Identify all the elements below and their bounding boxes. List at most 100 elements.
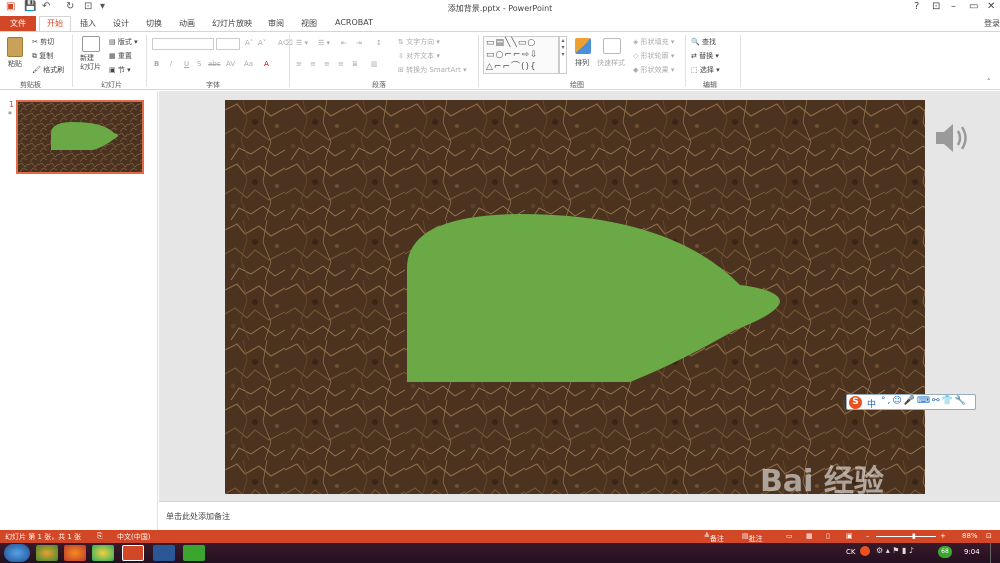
shape-effects-button[interactable]: ◆ 形状效果 ▾: [633, 65, 674, 75]
maximize-button[interactable]: ▭: [969, 1, 978, 12]
ribbon-display-options-icon[interactable]: ⊡: [932, 1, 940, 12]
justify-icon[interactable]: ≡: [338, 60, 344, 68]
normal-view-icon[interactable]: ▭: [786, 532, 793, 540]
tab-file[interactable]: 文件: [0, 16, 36, 31]
character-spacing-button[interactable]: AV: [226, 60, 235, 68]
ime-mode-label[interactable]: 中: [867, 397, 876, 410]
paste-button[interactable]: 粘贴: [8, 59, 22, 69]
sogou-tray-icon[interactable]: [860, 546, 870, 556]
wechat-taskbar-icon[interactable]: [183, 545, 205, 561]
align-left-icon[interactable]: ≡: [296, 60, 302, 68]
replace-button[interactable]: ⇄ 替换 ▾: [691, 51, 719, 61]
reading-view-icon[interactable]: ▯: [826, 532, 830, 540]
tab-view[interactable]: 视图: [301, 18, 317, 29]
tab-animations[interactable]: 动画: [179, 18, 195, 29]
increase-indent-icon[interactable]: ⇥: [356, 39, 362, 47]
show-desktop-button[interactable]: [990, 543, 1000, 563]
decrease-indent-icon[interactable]: ⇤: [341, 39, 347, 47]
ime-tools-icons[interactable]: °,☺🎤⌨⚯👕🔧: [881, 396, 968, 406]
arrange-button[interactable]: 排列: [575, 58, 589, 68]
firefox-icon[interactable]: [64, 545, 86, 561]
slide-canvas[interactable]: [225, 100, 925, 494]
italic-button[interactable]: I: [170, 60, 172, 68]
new-slide-icon[interactable]: [82, 36, 100, 52]
notes-toggle-button[interactable]: ≜ 备注: [704, 532, 724, 543]
find-button[interactable]: 🔍 查找: [691, 37, 716, 47]
shapes-gallery-scroll[interactable]: ▴ ▾ ▾: [559, 36, 567, 74]
tab-home[interactable]: 开始: [39, 16, 71, 32]
section-button[interactable]: ▣ 节 ▾: [109, 65, 131, 75]
text-direction-button[interactable]: ⇅ 文字方向 ▾: [398, 37, 440, 47]
chrome-icon[interactable]: [92, 545, 114, 561]
zoom-out-button[interactable]: –: [866, 532, 870, 540]
login-link[interactable]: 登录: [984, 18, 1000, 29]
underline-button[interactable]: U: [184, 60, 189, 68]
tab-slideshow[interactable]: 幻灯片放映: [212, 18, 252, 29]
ime-tray-label[interactable]: CK: [846, 548, 855, 556]
speaker-icon[interactable]: [933, 120, 973, 156]
start-button[interactable]: [4, 544, 30, 562]
quick-styles-button[interactable]: 快速样式: [597, 58, 625, 68]
minimize-button[interactable]: –: [951, 1, 956, 12]
clock[interactable]: 9:04: [964, 548, 980, 556]
font-family-select[interactable]: [152, 38, 214, 50]
bullets-icon[interactable]: ☰ ▾: [296, 39, 308, 47]
shrink-font-icon[interactable]: A˅: [258, 39, 266, 47]
change-case-button[interactable]: Aa: [244, 60, 253, 68]
tray-icons[interactable]: ⚙ ▴ ⚑ ▮ ♪: [876, 546, 914, 555]
shapes-gallery[interactable]: ▭▤╲╲▭○ ▭○⌐⌐⇨⇩ △⌐⌐⌒(){: [483, 36, 559, 74]
paste-icon[interactable]: [7, 37, 23, 57]
quick-styles-icon[interactable]: [603, 38, 621, 54]
layout-button[interactable]: ▤ 版式 ▾: [109, 37, 138, 47]
grow-font-icon[interactable]: A˄: [245, 39, 253, 47]
new-slide-button[interactable]: 新建 幻灯片: [80, 54, 101, 72]
align-text-button[interactable]: ⇳ 对齐文本 ▾: [398, 51, 440, 61]
line-spacing-icon[interactable]: ↕: [376, 39, 382, 47]
font-size-select[interactable]: [216, 38, 240, 50]
slide-thumbnail[interactable]: [16, 100, 144, 174]
tab-acrobat[interactable]: ACROBAT: [335, 18, 373, 27]
zoom-slider-thumb[interactable]: ▮: [912, 532, 916, 540]
clear-formatting-icon[interactable]: A⌫: [278, 39, 293, 47]
zoom-in-button[interactable]: +: [940, 532, 946, 540]
distributed-icon[interactable]: ≣: [352, 60, 358, 68]
help-button[interactable]: ?: [914, 1, 919, 12]
tab-insert[interactable]: 插入: [80, 18, 96, 29]
columns-icon[interactable]: ▥: [371, 60, 378, 68]
font-color-button[interactable]: A: [264, 60, 269, 68]
align-right-icon[interactable]: ≡: [324, 60, 330, 68]
convert-smartart-button[interactable]: ⊞ 转换为 SmartArt ▾: [398, 65, 467, 75]
zoom-level[interactable]: 88%: [962, 532, 978, 540]
shape-fill-button[interactable]: ◈ 形状填充 ▾: [633, 37, 674, 47]
tab-design[interactable]: 设计: [113, 18, 129, 29]
zoom-slider[interactable]: [876, 536, 936, 537]
ime-toolbar[interactable]: S 中 °,☺🎤⌨⚯👕🔧: [846, 394, 976, 410]
align-center-icon[interactable]: ≡: [310, 60, 316, 68]
numbering-icon[interactable]: ☰ ▾: [318, 39, 330, 47]
taskbar-app-icon[interactable]: [36, 545, 58, 561]
comments-toggle-button[interactable]: ▤ 批注: [742, 532, 763, 543]
shape-outline-button[interactable]: ◇ 形状轮廓 ▾: [633, 51, 674, 61]
select-button[interactable]: ⬚ 选择 ▾: [691, 65, 720, 75]
tab-review[interactable]: 审阅: [268, 18, 284, 29]
close-button[interactable]: ✕: [987, 1, 995, 12]
arrange-icon[interactable]: [575, 38, 591, 54]
fit-slide-icon[interactable]: ⊡: [986, 532, 992, 540]
format-painter-button[interactable]: 🖌 格式刷: [32, 65, 64, 75]
spellcheck-icon[interactable]: ⎘: [97, 532, 103, 541]
collapse-ribbon-icon[interactable]: ˄: [987, 78, 991, 86]
cut-button[interactable]: ✂ 剪切: [32, 37, 54, 47]
language-status[interactable]: 中文(中国): [117, 532, 150, 542]
tray-badge[interactable]: 68: [938, 546, 952, 558]
powerpoint-taskbar-icon[interactable]: [122, 545, 144, 561]
slide-animation-star: *: [8, 110, 12, 119]
slideshow-view-icon[interactable]: ▣: [846, 532, 853, 540]
slide-sorter-icon[interactable]: ▦: [806, 532, 813, 540]
shadow-button[interactable]: S: [197, 60, 201, 68]
tab-transitions[interactable]: 切换: [146, 18, 162, 29]
reset-button[interactable]: ▦ 重置: [109, 51, 132, 61]
bold-button[interactable]: B: [154, 60, 159, 68]
word-taskbar-icon[interactable]: [153, 545, 175, 561]
copy-button[interactable]: ⧉ 复制: [32, 51, 53, 61]
strikethrough-button[interactable]: abc: [208, 60, 221, 68]
